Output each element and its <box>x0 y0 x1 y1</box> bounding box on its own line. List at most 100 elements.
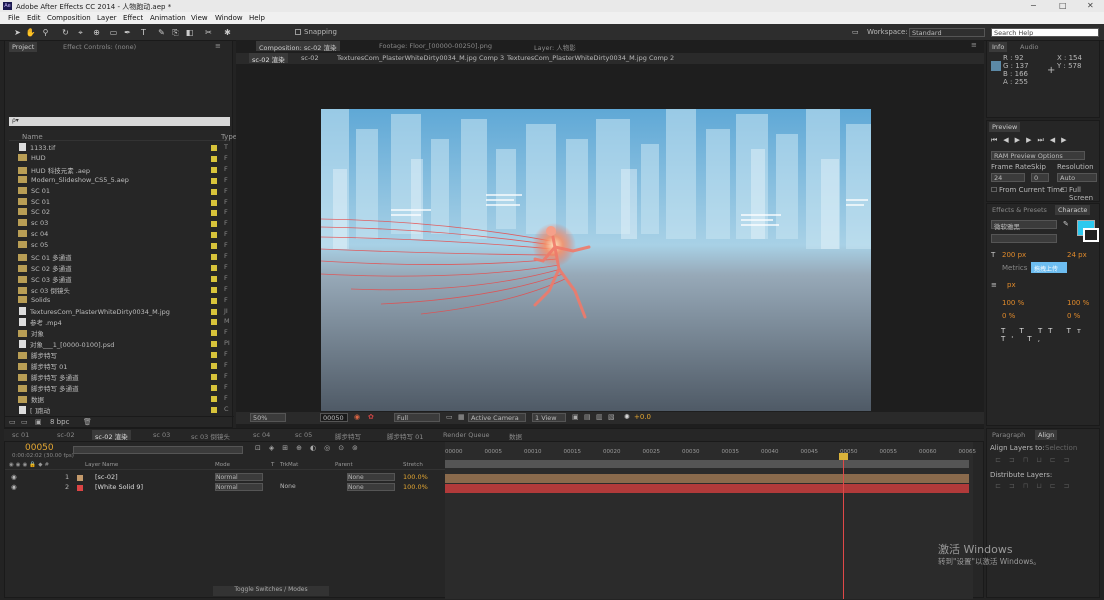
layer-parent-select[interactable]: None <box>347 483 395 491</box>
project-item[interactable]: 脚步特写 多通道 F <box>12 383 234 393</box>
timeline-current-time[interactable]: 00050 <box>25 443 54 453</box>
roto-tool-icon[interactable]: ✂ <box>203 27 214 38</box>
rotate-tool-icon[interactable]: ↻ <box>60 27 71 38</box>
new-folder-icon[interactable]: ▭ <box>21 418 28 426</box>
camera-select[interactable]: Active Camera <box>468 413 526 422</box>
panel-menu-icon[interactable]: ≡ <box>971 41 977 49</box>
ram-preview-select[interactable]: RAM Preview Options <box>991 151 1085 160</box>
project-item[interactable]: 对象 F <box>12 328 234 338</box>
clone-tool-icon[interactable]: ⎘ <box>170 27 181 38</box>
layer-number[interactable]: 2 <box>65 483 69 491</box>
layer-mode-select[interactable]: Normal <box>215 483 263 491</box>
layer-color-swatch[interactable] <box>77 475 83 481</box>
work-area-bar[interactable] <box>445 460 969 468</box>
label-color[interactable] <box>211 373 217 380</box>
eraser-tool-icon[interactable]: ◧ <box>184 27 195 38</box>
tab-sc02-render[interactable]: sc-02 渲染 <box>92 430 131 441</box>
flowchart-icon[interactable]: ▧ <box>608 413 615 421</box>
layer-number[interactable]: 1 <box>65 473 69 481</box>
search-help-input[interactable]: Search Help <box>991 28 1099 37</box>
flowchart-comp2[interactable]: TexturesCom_PlasterWhiteDirty0034_M.jpg … <box>504 53 677 63</box>
label-color[interactable] <box>211 166 217 173</box>
tab-layer[interactable]: Layer: 人物影 <box>531 41 579 52</box>
font-family-select[interactable]: 微软雅黑 <box>991 220 1057 231</box>
pan-behind-tool-icon[interactable]: ⊕ <box>91 27 102 38</box>
layer-name[interactable]: [sc-02] <box>95 473 118 481</box>
label-color[interactable] <box>211 243 217 250</box>
snapshot-icon[interactable]: ◉ <box>354 413 360 421</box>
menu-effect[interactable]: Effect <box>123 14 143 22</box>
layer-name[interactable]: [White Solid 9] <box>95 483 143 491</box>
stroke-color-swatch[interactable] <box>1083 228 1099 242</box>
distribute-buttons[interactable]: ⊏⊐⊓⊔⊏⊐ <box>995 482 1091 490</box>
project-item[interactable]: sc 04 F <box>12 230 234 240</box>
maximize-button[interactable]: □ <box>1059 1 1067 10</box>
zoom-tool-icon[interactable]: ⚲ <box>40 27 51 38</box>
visibility-eye-icon[interactable]: ◉ <box>11 483 17 491</box>
resolution-select[interactable]: Full <box>394 413 440 422</box>
tab-sc02[interactable]: sc-02 <box>54 430 78 440</box>
tab-composition[interactable]: Composition: sc-02 渲染 <box>256 41 340 52</box>
current-time-display[interactable]: 00050 <box>320 413 348 422</box>
text-style-buttons[interactable]: T T TT Tт T' T, <box>1001 327 1097 343</box>
vertical-scale-value[interactable]: 100 % <box>1002 299 1024 307</box>
baseline-value[interactable]: 0 % <box>1002 312 1015 320</box>
tab-project[interactable]: Project <box>9 42 38 52</box>
trash-icon[interactable]: 🗑 <box>83 418 92 426</box>
tsume-value[interactable]: 0 % <box>1067 312 1080 320</box>
tab-sc05[interactable]: sc 05 <box>292 430 315 440</box>
layer-trkmat-select[interactable]: None <box>280 483 328 490</box>
project-search-input[interactable]: ρ▾ <box>9 117 230 126</box>
col-trkmat[interactable]: TrkMat <box>280 462 298 468</box>
label-color[interactable] <box>211 319 217 326</box>
frame-rate-select[interactable]: 24 <box>991 173 1025 182</box>
flowchart-comp3[interactable]: TexturesCom_PlasterWhiteDirty0034_M.jpg … <box>334 53 507 63</box>
project-item[interactable]: 数据 F <box>12 394 234 404</box>
menu-animation[interactable]: Animation <box>150 14 186 22</box>
project-item[interactable]: sc 03 倒镜头 F <box>12 285 234 295</box>
menu-help[interactable]: Help <box>249 14 265 22</box>
project-item[interactable]: SC 01 F <box>12 197 234 208</box>
visibility-eye-icon[interactable]: ◉ <box>11 473 17 481</box>
panel-menu-icon[interactable]: ≡ <box>215 42 221 50</box>
label-color[interactable] <box>211 341 217 348</box>
col-mode[interactable]: Mode <box>215 462 230 468</box>
tab-character[interactable]: Characte <box>1055 205 1091 215</box>
project-item[interactable]: SC 01 多通道 F <box>12 252 234 262</box>
exposure-icon[interactable]: ✺ <box>624 413 630 421</box>
timeline-switches[interactable]: ⊡◈⊞⊕◐◎⊙⊚ <box>255 444 445 454</box>
project-item[interactable]: SC 02 多通道 F <box>12 263 234 273</box>
skip-input[interactable]: 0 <box>1031 173 1049 182</box>
col-layer-name[interactable]: Layer Name <box>85 462 118 468</box>
roi-icon[interactable]: ▭ <box>446 413 453 421</box>
label-color[interactable] <box>211 177 217 184</box>
flowchart-sc02-render[interactable]: sc-02 渲染 <box>249 53 288 64</box>
label-color[interactable] <box>211 330 217 337</box>
tab-preview[interactable]: Preview <box>989 122 1021 132</box>
project-item[interactable]: 对象___1_[0000-0100].psd PI <box>12 339 234 349</box>
label-color[interactable] <box>211 395 217 402</box>
layer-mode-select[interactable]: Normal <box>215 473 263 481</box>
tab-audio[interactable]: Audio <box>1017 42 1041 52</box>
menu-composition[interactable]: Composition <box>47 14 91 22</box>
label-color[interactable] <box>211 232 217 239</box>
full-screen-checkbox[interactable]: ☐ <box>1061 186 1067 194</box>
project-item[interactable]: 1133.tif T <box>12 143 234 153</box>
project-item[interactable]: [ ]跑动 C <box>12 405 234 415</box>
menu-file[interactable]: File <box>8 14 20 22</box>
channel-icon[interactable]: ✿ <box>368 413 374 421</box>
layer-row[interactable]: ◉ 1 [sc-02] Normal None 100.0% <box>5 473 445 483</box>
label-color[interactable] <box>211 286 217 293</box>
playhead-handle[interactable] <box>839 453 848 460</box>
pen-tool-icon[interactable]: ✒ <box>122 27 133 38</box>
rectangle-tool-icon[interactable]: ▭ <box>108 27 119 38</box>
transparency-grid-icon[interactable]: ▦ <box>458 413 465 421</box>
menu-view[interactable]: View <box>191 14 208 22</box>
label-color[interactable] <box>211 406 217 413</box>
view-layout-select[interactable]: 1 View <box>532 413 566 422</box>
project-item[interactable]: 参考 .mp4 M <box>12 317 234 327</box>
snapping-checkbox[interactable] <box>295 29 301 35</box>
hand-tool-icon[interactable]: ✋ <box>25 27 36 38</box>
project-item[interactable]: SC 02 F <box>12 208 234 218</box>
label-color[interactable] <box>211 199 217 206</box>
